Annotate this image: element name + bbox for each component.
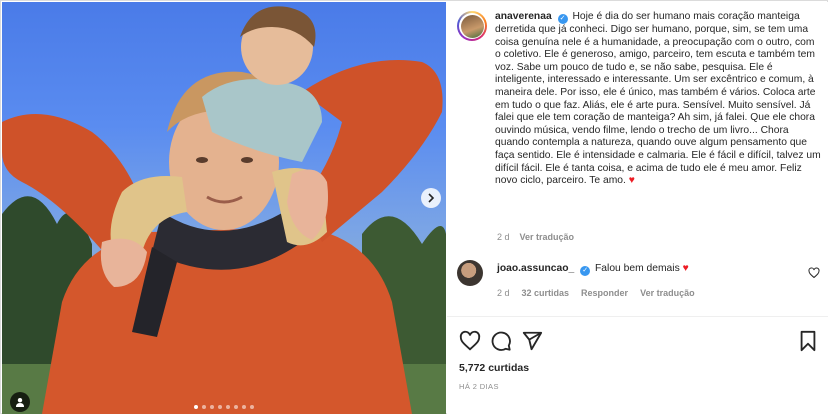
carousel-dot bbox=[234, 405, 238, 409]
carousel-dot bbox=[250, 405, 254, 409]
carousel-dot bbox=[242, 405, 246, 409]
carousel-dot bbox=[218, 405, 222, 409]
heart-icon[interactable] bbox=[459, 330, 481, 352]
post-photo[interactable] bbox=[2, 2, 446, 414]
caption-heart-emoji: ♥ bbox=[628, 175, 635, 187]
caption-age: 2 d bbox=[497, 232, 510, 242]
caption-meta: 2 d Ver tradução bbox=[497, 232, 574, 242]
carousel-dot bbox=[202, 405, 206, 409]
comment-age: 2 d bbox=[497, 288, 510, 298]
bookmark-icon[interactable] bbox=[797, 330, 819, 352]
comments-panel: anaverenaa ✓ Hoje é dia do ser humano ma… bbox=[447, 2, 828, 414]
reply-button[interactable]: Responder bbox=[581, 288, 628, 298]
caption-text: Hoje é dia do ser humano mais coração ma… bbox=[495, 11, 821, 187]
commenter-avatar[interactable] bbox=[457, 260, 483, 286]
post-window: anaverenaa ✓ Hoje é dia do ser humano ma… bbox=[0, 0, 828, 414]
heart-icon[interactable] bbox=[808, 267, 820, 279]
carousel-indicator bbox=[194, 405, 254, 409]
comment: joao.assuncao_ ✓ Falou bem demais ♥ 2 d … bbox=[457, 260, 821, 298]
verified-icon: ✓ bbox=[580, 266, 591, 276]
comment-likes[interactable]: 32 curtidas bbox=[522, 288, 570, 298]
comment-text: Falou bem demais bbox=[595, 263, 680, 274]
carousel-dot bbox=[210, 405, 214, 409]
comment-text-block: joao.assuncao_ ✓ Falou bem demais ♥ bbox=[497, 262, 695, 276]
user-tag-icon bbox=[16, 398, 24, 407]
carousel-dot bbox=[194, 405, 198, 409]
caption-translate-link[interactable]: Ver tradução bbox=[520, 232, 575, 242]
author-avatar[interactable] bbox=[457, 11, 487, 41]
commenter-username[interactable]: joao.assuncao_ bbox=[497, 263, 574, 274]
caption-text-block: anaverenaa ✓ Hoje é dia do ser humano ma… bbox=[495, 11, 821, 188]
chevron-right-icon bbox=[428, 193, 435, 203]
share-icon[interactable] bbox=[521, 330, 543, 352]
next-photo-button[interactable] bbox=[421, 188, 441, 208]
divider bbox=[447, 316, 828, 317]
comment-translate-link[interactable]: Ver tradução bbox=[640, 288, 695, 298]
post-caption: anaverenaa ✓ Hoje é dia do ser humano ma… bbox=[457, 11, 821, 188]
tagged-users-button[interactable] bbox=[10, 392, 30, 412]
action-bar bbox=[459, 330, 819, 352]
post-date: HÁ 2 DIAS bbox=[459, 382, 499, 391]
comment-icon[interactable] bbox=[490, 330, 512, 352]
comment-heart-emoji: ♥ bbox=[682, 263, 689, 274]
author-username[interactable]: anaverenaa bbox=[495, 11, 552, 22]
likes-count[interactable]: 5,772 curtidas bbox=[459, 362, 529, 374]
comment-meta: 2 d 32 curtidas Responder Ver tradução bbox=[497, 288, 695, 298]
verified-icon: ✓ bbox=[557, 14, 568, 24]
carousel-dot bbox=[226, 405, 230, 409]
people-illustration bbox=[2, 6, 443, 414]
